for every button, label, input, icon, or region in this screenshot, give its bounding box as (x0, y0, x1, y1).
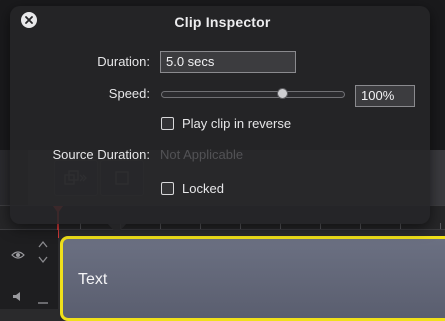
popover-arrow (107, 223, 127, 234)
timeline-clip[interactable] (60, 236, 445, 321)
speed-slider[interactable] (161, 91, 345, 98)
reverse-checkbox[interactable] (161, 117, 174, 130)
track-collapse-handle[interactable] (38, 302, 48, 304)
source-duration-label: Source Duration: (52, 147, 150, 162)
locked-label[interactable]: Locked (182, 181, 224, 196)
locked-checkbox[interactable] (161, 182, 174, 195)
track-header (0, 230, 58, 309)
duration-field[interactable]: 5.0 secs (160, 51, 296, 73)
popover-title: Clip Inspector (174, 14, 271, 30)
speed-label: Speed: (108, 86, 150, 101)
source-duration-value: Not Applicable (160, 147, 244, 162)
duration-label: Duration: (97, 54, 150, 69)
up-down-arrows-icon[interactable] (38, 239, 48, 265)
eye-icon[interactable] (11, 250, 25, 260)
speaker-icon[interactable] (12, 291, 24, 302)
speed-field[interactable]: 100% (355, 85, 415, 107)
reverse-label[interactable]: Play clip in reverse (182, 116, 291, 131)
speed-slider-knob[interactable] (277, 88, 288, 99)
clip-label: Text (78, 271, 108, 288)
